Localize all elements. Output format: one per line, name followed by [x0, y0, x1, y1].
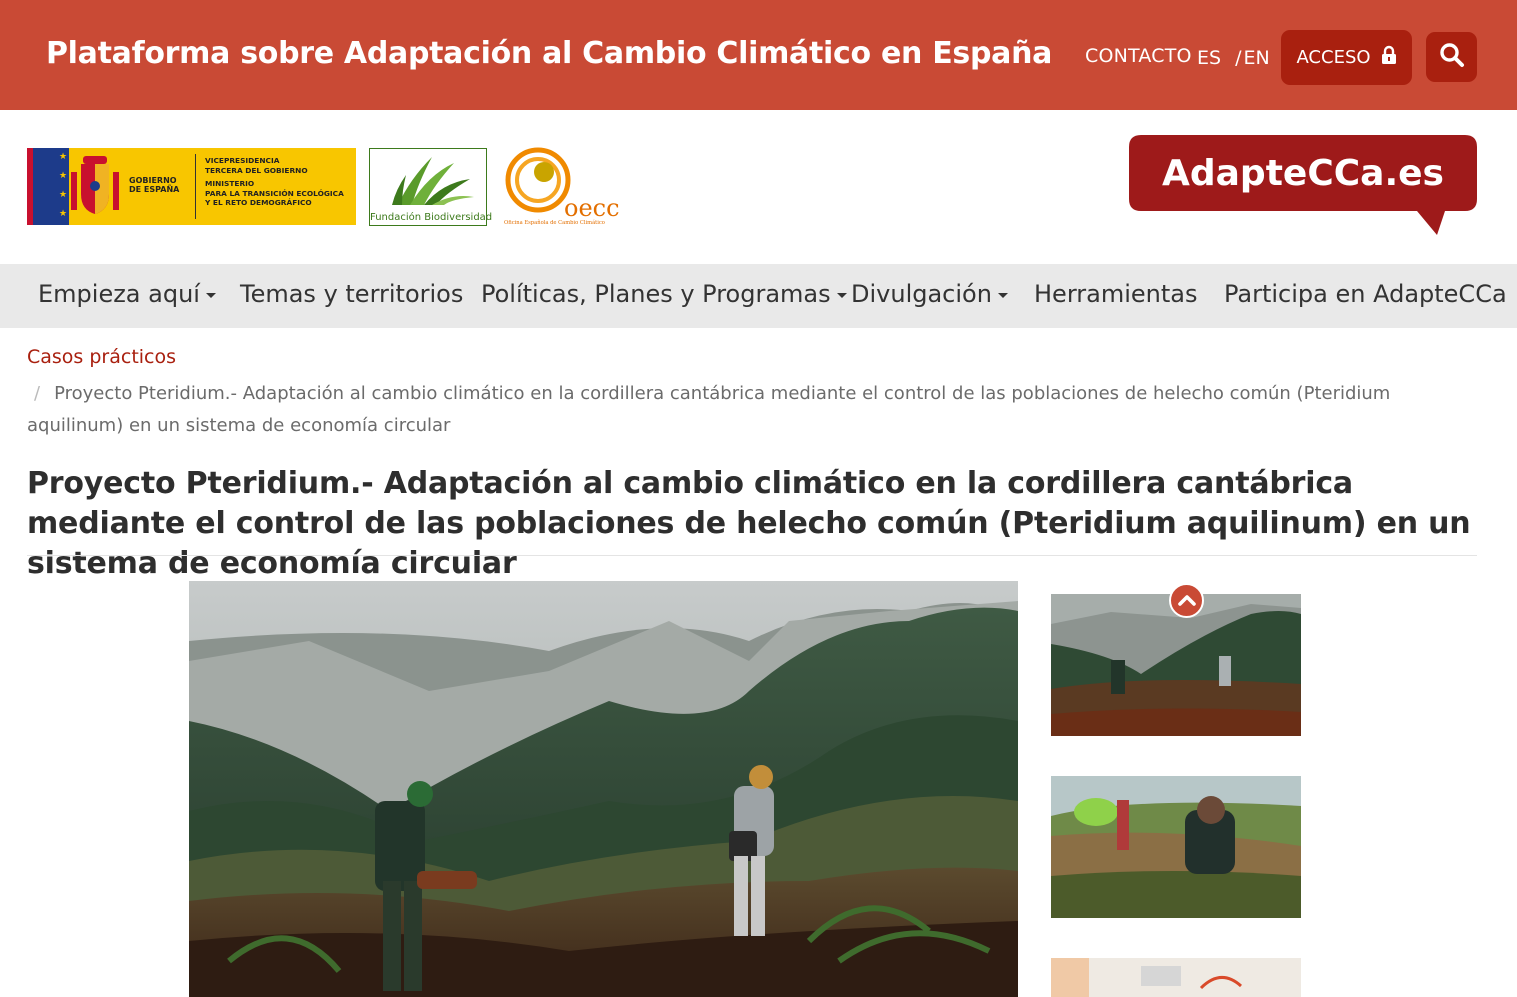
breadcrumb-current: / Proyecto Pteridium.- Adaptación al camb…: [27, 378, 1447, 442]
nav-herramientas[interactable]: Herramientas: [1034, 280, 1197, 308]
gobierno-espana-logo[interactable]: ★ ★ ★ ★ GOBIERNO DE ESPAÑA VICEPRESIDENCIA T…: [27, 148, 356, 225]
main-gallery-photo[interactable]: [189, 581, 1018, 997]
lang-separator: /: [1235, 47, 1242, 69]
search-icon: [1439, 42, 1465, 72]
page-title: Proyecto Pteridium.- Adaptación al cambi…: [27, 466, 1471, 581]
lang-en-link[interactable]: EN: [1244, 47, 1270, 69]
gallery-scroll-up-button[interactable]: [1169, 583, 1204, 618]
nav-politicas-planes[interactable]: Políticas, Planes y Programas: [481, 280, 847, 308]
chevron-up-icon: [1177, 591, 1196, 610]
adaptecca-logo-text: AdapteCCa.es: [1162, 153, 1444, 194]
top-bar: Plataforma sobre Adaptación al Cambio Cl…: [0, 0, 1517, 110]
coat-of-arms-icon: [71, 156, 119, 214]
logo-divider: [195, 154, 196, 219]
nav-empieza-aqui[interactable]: Empieza aquí: [38, 280, 216, 308]
gallery-thumbnail[interactable]: [1051, 594, 1301, 736]
nav-divulgacion[interactable]: Divulgación: [851, 280, 1008, 308]
chevron-down-icon: [997, 292, 1008, 298]
lang-es-link[interactable]: ES: [1197, 47, 1221, 69]
gobierno-text: GOBIERNO DE ESPAÑA: [129, 176, 180, 194]
nav-participa[interactable]: Participa en AdapteCCa: [1224, 280, 1507, 308]
eu-flag-strip: [27, 148, 57, 225]
search-button[interactable]: [1426, 32, 1477, 82]
site-title[interactable]: Plataforma sobre Adaptación al Cambio Cl…: [46, 36, 1052, 71]
oecc-text: oecc: [564, 194, 620, 222]
breadcrumb-current-text: Proyecto Pteridium.- Adaptación al cambi…: [27, 383, 1391, 436]
gallery-thumbnail[interactable]: [1051, 776, 1301, 918]
oecc-subtext: Oficina Española de Cambio Climático: [504, 219, 605, 226]
gallery-thumbnail[interactable]: [1051, 958, 1301, 997]
contact-link[interactable]: CONTACTO: [1085, 45, 1192, 67]
lock-icon: [1381, 45, 1397, 70]
breadcrumb-parent-link[interactable]: Casos prácticos: [27, 346, 176, 368]
breadcrumb-separator: /: [34, 383, 41, 404]
eu-stars: ★ ★ ★ ★: [57, 148, 69, 225]
chevron-down-icon: [836, 292, 847, 298]
access-label: ACCESO: [1296, 47, 1371, 68]
grass-icon: [392, 157, 474, 205]
fundacion-biodiversidad-text: Fundación Biodiversidad: [370, 212, 493, 223]
ministry-text: VICEPRESIDENCIA TERCERA DEL GOBIERNO MIN…: [205, 156, 344, 208]
nav-temas-territorios[interactable]: Temas y territorios: [240, 280, 463, 308]
chevron-down-icon: [205, 292, 216, 298]
fundacion-biodiversidad-logo[interactable]: Fundación Biodiversidad: [369, 148, 493, 226]
language-switcher: ES / EN: [1197, 47, 1270, 69]
access-button[interactable]: ACCESO: [1281, 30, 1412, 85]
oecc-logo[interactable]: oecc Oficina Española de Cambio Climátic…: [502, 146, 627, 226]
main-navigation: Empieza aquí Temas y territorios Polític…: [0, 264, 1517, 328]
title-divider: [27, 555, 1477, 556]
adaptecca-logo[interactable]: AdapteCCa.es: [1129, 135, 1477, 235]
